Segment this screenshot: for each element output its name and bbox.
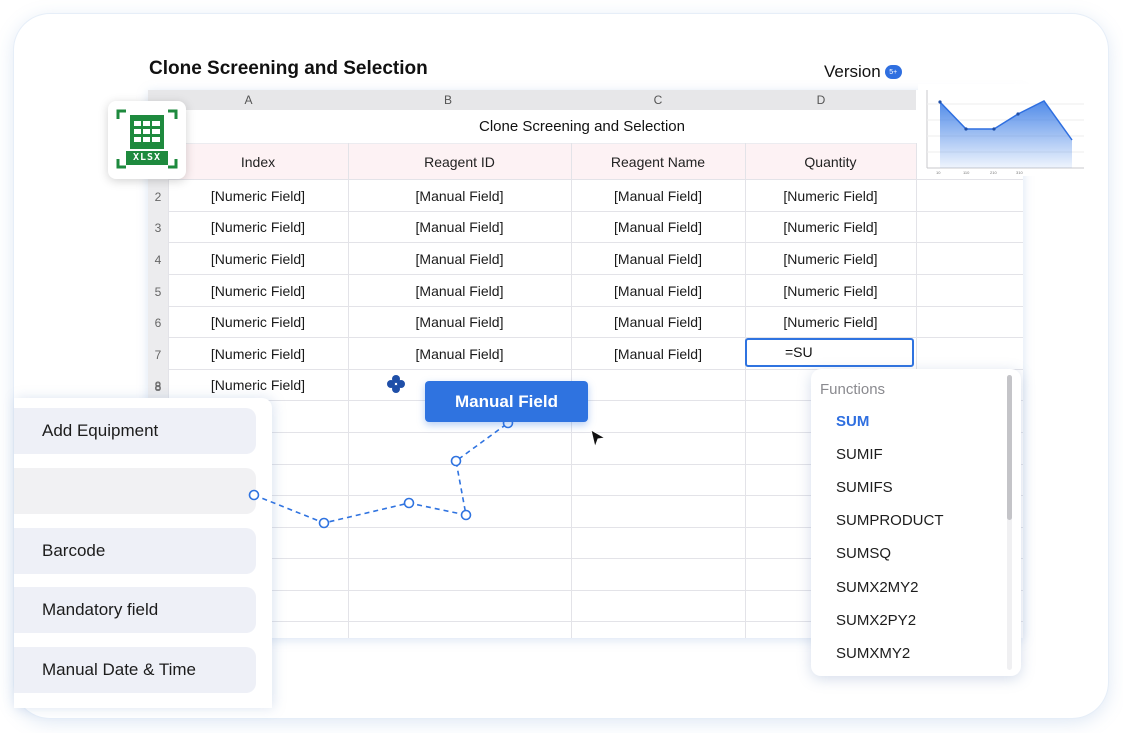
function-option-sum[interactable]: SUM bbox=[836, 413, 869, 430]
functions-title: Functions bbox=[820, 381, 886, 398]
functions-scrollbar[interactable] bbox=[1007, 375, 1012, 670]
table-cell[interactable]: [Manual Field] bbox=[571, 251, 745, 267]
xlsx-file-icon: XLSX bbox=[108, 101, 186, 179]
row-number[interactable]: 6 bbox=[148, 316, 168, 330]
xlsx-label: XLSX bbox=[132, 152, 162, 163]
table-cell[interactable]: [Manual Field] bbox=[348, 283, 571, 299]
table-cell[interactable]: [Manual Field] bbox=[571, 219, 745, 235]
header-quantity[interactable]: Quantity bbox=[745, 144, 916, 180]
table-cell[interactable]: [Manual Field] bbox=[571, 314, 745, 330]
function-option-sumxmy2[interactable]: SUMXMY2 bbox=[836, 645, 910, 662]
chart-tick: 310 bbox=[1016, 170, 1023, 175]
table-cell[interactable]: [Manual Field] bbox=[348, 188, 571, 204]
function-option-sumifs[interactable]: SUMIFS bbox=[836, 479, 893, 496]
function-option-sumx2py2[interactable]: SUMX2PY2 bbox=[836, 612, 916, 629]
table-cell[interactable]: [Numeric Field] bbox=[168, 283, 348, 299]
table-cell[interactable]: [Numeric Field] bbox=[745, 314, 916, 330]
function-option-sumx2my2[interactable]: SUMX2MY2 bbox=[836, 579, 919, 596]
row-number[interactable]: 7 bbox=[148, 348, 168, 362]
table-cell[interactable]: [Numeric Field] bbox=[745, 283, 916, 299]
header-row: Index Reagent ID Reagent Name Quantity bbox=[168, 143, 916, 179]
page-title: Clone Screening and Selection bbox=[149, 58, 428, 79]
column-header-row: A B C D bbox=[148, 90, 916, 110]
table-cell[interactable]: [Manual Field] bbox=[571, 283, 745, 299]
row-number[interactable]: 5 bbox=[148, 285, 168, 299]
table-cell[interactable]: [Numeric Field] bbox=[168, 219, 348, 235]
column-letter-b[interactable]: B bbox=[348, 90, 548, 110]
sheet-title: Clone Screening and Selection bbox=[479, 118, 685, 135]
function-option-sumsq[interactable]: SUMSQ bbox=[836, 545, 891, 562]
formula-input[interactable]: =SU bbox=[745, 338, 914, 367]
table-cell[interactable]: [Numeric Field] bbox=[168, 377, 348, 393]
row-number[interactable]: 2 bbox=[148, 190, 168, 204]
header-reagent-id[interactable]: Reagent ID bbox=[348, 144, 571, 180]
table-cell[interactable]: [Manual Field] bbox=[571, 188, 745, 204]
table-cell[interactable]: [Numeric Field] bbox=[745, 219, 916, 235]
field-palette: Add Equipment Barcode Mandatory field Ma… bbox=[14, 398, 272, 708]
header-index[interactable]: Index bbox=[168, 144, 348, 180]
row-number[interactable]: 3 bbox=[148, 221, 168, 235]
function-option-sumproduct[interactable]: SUMPRODUCT bbox=[836, 512, 944, 529]
mini-area-chart: 10 110 210 310 bbox=[918, 84, 1088, 176]
palette-item-manual-date-time[interactable]: Manual Date & Time bbox=[14, 647, 256, 693]
table-cell[interactable]: [Numeric Field] bbox=[745, 251, 916, 267]
chart-tick: 10 bbox=[936, 170, 941, 175]
table-cell[interactable]: [Manual Field] bbox=[348, 314, 571, 330]
chart-tick: 210 bbox=[990, 170, 997, 175]
row-number[interactable]: 8 bbox=[148, 380, 168, 394]
manual-field-drag-chip[interactable]: Manual Field bbox=[425, 381, 588, 422]
table-cell[interactable]: [Manual Field] bbox=[571, 346, 745, 362]
row-number[interactable]: 4 bbox=[148, 253, 168, 267]
column-letter-a[interactable]: A bbox=[168, 90, 329, 110]
column-letter-d[interactable]: D bbox=[745, 90, 897, 110]
table-cell[interactable]: [Numeric Field] bbox=[168, 346, 348, 362]
table-cell[interactable]: [Numeric Field] bbox=[168, 251, 348, 267]
version-label: Version bbox=[824, 62, 881, 81]
table-cell[interactable]: [Numeric Field] bbox=[745, 188, 916, 204]
version-selector[interactable]: Version 5+ bbox=[824, 62, 902, 82]
move-handle-icon[interactable] bbox=[387, 375, 405, 393]
table-cell[interactable]: [Manual Field] bbox=[348, 219, 571, 235]
palette-item-mandatory-field[interactable]: Mandatory field bbox=[14, 587, 256, 633]
header-reagent-name[interactable]: Reagent Name bbox=[571, 144, 745, 180]
table-cell[interactable]: [Numeric Field] bbox=[168, 188, 348, 204]
palette-item-drop-slot[interactable] bbox=[14, 468, 256, 514]
palette-item-add-equipment[interactable]: Add Equipment bbox=[14, 408, 256, 454]
table-cell[interactable]: [Manual Field] bbox=[348, 251, 571, 267]
table-cell[interactable]: [Numeric Field] bbox=[168, 314, 348, 330]
function-option-sumif[interactable]: SUMIF bbox=[836, 446, 883, 463]
functions-dropdown: Functions SUM SUMIF SUMIFS SUMPRODUCT SU… bbox=[811, 369, 1021, 676]
column-letter-c[interactable]: C bbox=[571, 90, 745, 110]
table-cell[interactable]: [Manual Field] bbox=[348, 346, 571, 362]
functions-scrollbar-thumb[interactable] bbox=[1007, 375, 1012, 520]
mouse-cursor-icon bbox=[590, 428, 607, 449]
version-badge: 5+ bbox=[884, 65, 902, 79]
chart-tick: 110 bbox=[963, 170, 970, 175]
palette-item-barcode[interactable]: Barcode bbox=[14, 528, 256, 574]
